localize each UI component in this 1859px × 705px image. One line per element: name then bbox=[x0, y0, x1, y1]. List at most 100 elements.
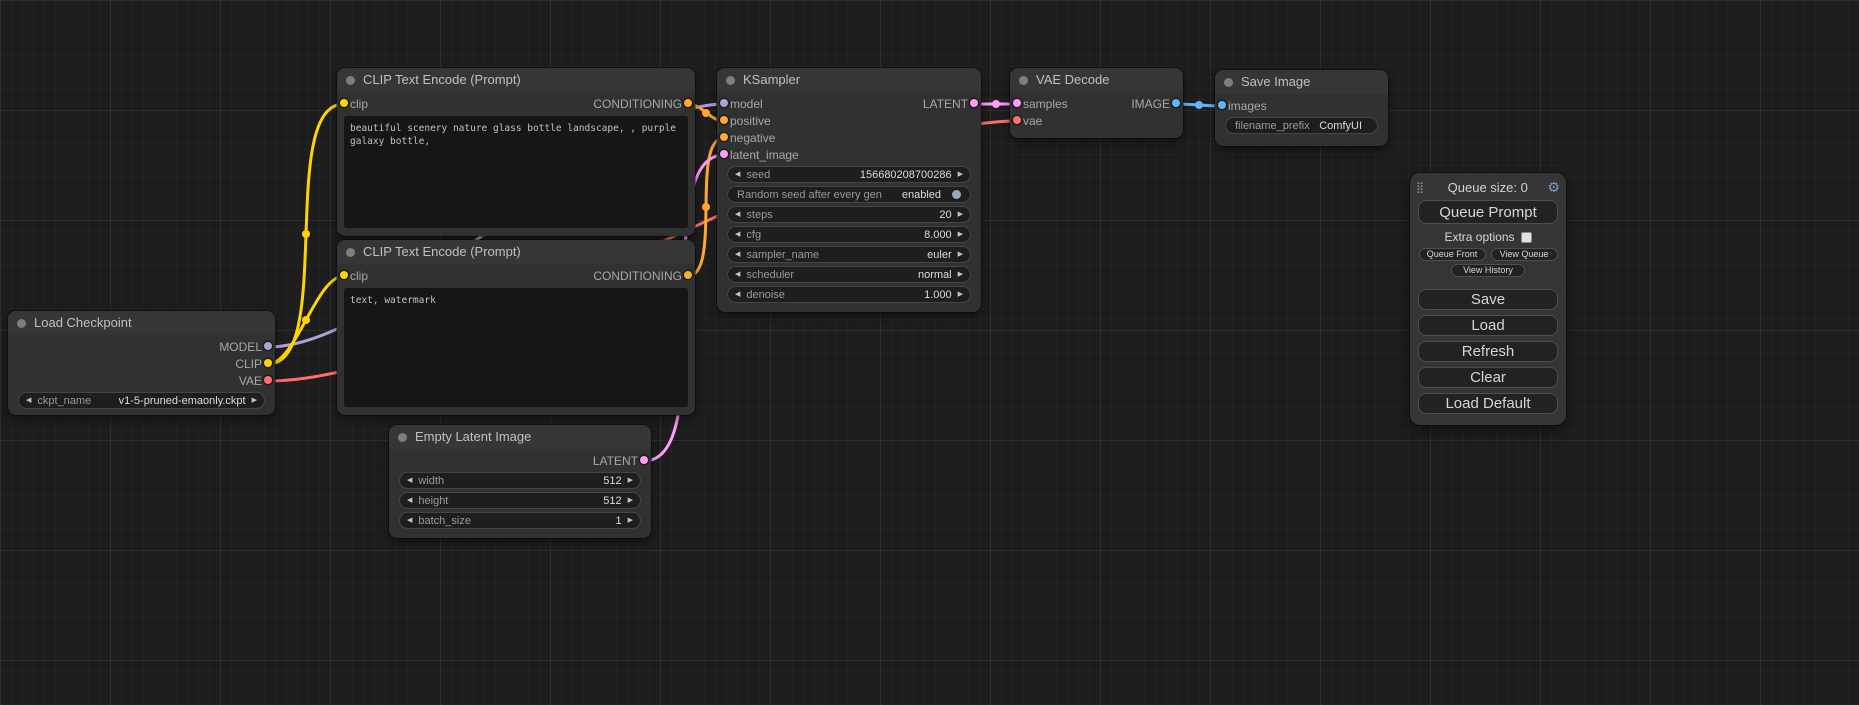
node-title-bar[interactable]: VAE Decode bbox=[1010, 68, 1183, 92]
queue-front-button[interactable]: Queue Front bbox=[1419, 248, 1486, 261]
arrow-left-icon[interactable]: ◀ bbox=[735, 271, 740, 278]
load-default-button[interactable]: Load Default bbox=[1418, 393, 1558, 414]
input-dot-vae[interactable] bbox=[1013, 116, 1021, 124]
randomize-indicator-dot[interactable] bbox=[952, 190, 961, 199]
input-dot-images[interactable] bbox=[1218, 101, 1226, 109]
extra-options-checkbox[interactable] bbox=[1521, 232, 1532, 243]
arrow-left-icon[interactable]: ◀ bbox=[735, 231, 740, 238]
widget-filename-prefix[interactable]: filename_prefix ComfyUI bbox=[1225, 117, 1378, 134]
arrow-left-icon[interactable]: ◀ bbox=[26, 397, 31, 404]
widget-value: 20 bbox=[773, 209, 952, 221]
input-dot-samples[interactable] bbox=[1013, 99, 1021, 107]
widget-sampler-name[interactable]: ◀ sampler_name euler ▶ bbox=[727, 246, 971, 263]
refresh-button[interactable]: Refresh bbox=[1418, 341, 1558, 362]
arrow-right-icon[interactable]: ▶ bbox=[628, 497, 633, 504]
node-title-bar[interactable]: CLIP Text Encode (Prompt) bbox=[337, 68, 695, 92]
node-title-bar[interactable]: Load Checkpoint bbox=[8, 311, 275, 335]
output-dot-model[interactable] bbox=[264, 342, 272, 350]
widget-label: steps bbox=[746, 209, 772, 221]
negative-prompt-textarea[interactable]: text, watermark bbox=[344, 288, 688, 407]
clear-button[interactable]: Clear bbox=[1418, 367, 1558, 388]
widget-label: width bbox=[418, 475, 444, 487]
widget-value: 512 bbox=[444, 475, 622, 487]
input-slot-vae: vae bbox=[1010, 112, 1183, 129]
arrow-right-icon[interactable]: ▶ bbox=[628, 477, 633, 484]
slot-label: negative bbox=[730, 131, 775, 145]
input-dot-latent-image[interactable] bbox=[720, 150, 728, 158]
arrow-right-icon[interactable]: ▶ bbox=[958, 291, 963, 298]
link-midpoint-dot bbox=[702, 109, 710, 117]
output-dot-image[interactable] bbox=[1172, 99, 1180, 107]
extra-options-label: Extra options bbox=[1444, 230, 1514, 244]
node-load-checkpoint[interactable]: Load Checkpoint MODEL CLIP VAE ◀ ckpt_na… bbox=[8, 311, 275, 415]
extra-options-row: Extra options bbox=[1410, 230, 1566, 244]
slot-row: model LATENT bbox=[717, 95, 981, 112]
node-clip-text-encode-negative[interactable]: CLIP Text Encode (Prompt) clip CONDITION… bbox=[337, 240, 695, 415]
widget-ckpt-name[interactable]: ◀ ckpt_name v1-5-pruned-emaonly.ckpt ▶ bbox=[18, 392, 265, 409]
widget-batch-size[interactable]: ◀ batch_size 1 ▶ bbox=[399, 512, 641, 529]
node-title-bar[interactable]: Save Image bbox=[1215, 70, 1388, 94]
arrow-left-icon[interactable]: ◀ bbox=[735, 171, 740, 178]
node-status-dot bbox=[17, 319, 26, 328]
node-title: CLIP Text Encode (Prompt) bbox=[363, 244, 521, 259]
input-dot-model[interactable] bbox=[720, 99, 728, 107]
slot-label: positive bbox=[730, 114, 771, 128]
queue-buttons-row: Queue Front View Queue bbox=[1410, 248, 1566, 261]
widget-width[interactable]: ◀ width 512 ▶ bbox=[399, 472, 641, 489]
node-ksampler[interactable]: KSampler model LATENT positive negative … bbox=[717, 68, 981, 312]
node-title: CLIP Text Encode (Prompt) bbox=[363, 72, 521, 87]
menu-drag-handle-icon[interactable]: ⣿ bbox=[1416, 181, 1424, 194]
slot-label: CONDITIONING bbox=[593, 269, 682, 283]
arrow-right-icon[interactable]: ▶ bbox=[252, 397, 257, 404]
widget-steps[interactable]: ◀ steps 20 ▶ bbox=[727, 206, 971, 223]
node-save-image[interactable]: Save Image images filename_prefix ComfyU… bbox=[1215, 70, 1388, 146]
queue-prompt-button[interactable]: Queue Prompt bbox=[1418, 200, 1558, 224]
node-title-bar[interactable]: KSampler bbox=[717, 68, 981, 92]
node-title: VAE Decode bbox=[1036, 72, 1109, 87]
input-dot-negative[interactable] bbox=[720, 133, 728, 141]
arrow-right-icon[interactable]: ▶ bbox=[958, 231, 963, 238]
node-clip-text-encode-positive[interactable]: CLIP Text Encode (Prompt) clip CONDITION… bbox=[337, 68, 695, 236]
view-queue-button[interactable]: View Queue bbox=[1491, 248, 1558, 261]
node-vae-decode[interactable]: VAE Decode samples IMAGE vae bbox=[1010, 68, 1183, 138]
arrow-right-icon[interactable]: ▶ bbox=[958, 271, 963, 278]
positive-prompt-textarea[interactable]: beautiful scenery nature glass bottle la… bbox=[344, 116, 688, 228]
arrow-left-icon[interactable]: ◀ bbox=[735, 251, 740, 258]
arrow-right-icon[interactable]: ▶ bbox=[958, 251, 963, 258]
arrow-right-icon[interactable]: ▶ bbox=[958, 171, 963, 178]
output-dot-latent[interactable] bbox=[970, 99, 978, 107]
widget-control-after-generate[interactable]: Random seed after every gen enabled bbox=[727, 186, 971, 203]
arrow-left-icon[interactable]: ◀ bbox=[735, 291, 740, 298]
input-dot-clip[interactable] bbox=[340, 271, 348, 279]
load-button[interactable]: Load bbox=[1418, 315, 1558, 336]
node-title: KSampler bbox=[743, 72, 800, 87]
arrow-left-icon[interactable]: ◀ bbox=[407, 497, 412, 504]
widget-height[interactable]: ◀ height 512 ▶ bbox=[399, 492, 641, 509]
node-title-bar[interactable]: CLIP Text Encode (Prompt) bbox=[337, 240, 695, 264]
input-dot-clip[interactable] bbox=[340, 99, 348, 107]
widget-value: 512 bbox=[448, 495, 621, 507]
output-dot-conditioning[interactable] bbox=[684, 99, 692, 107]
input-slot-images: images bbox=[1215, 97, 1388, 114]
output-dot-conditioning[interactable] bbox=[684, 271, 692, 279]
node-title-bar[interactable]: Empty Latent Image bbox=[389, 425, 651, 449]
input-slot-latent-image: latent_image bbox=[717, 146, 981, 163]
widget-cfg[interactable]: ◀ cfg 8.000 ▶ bbox=[727, 226, 971, 243]
widget-seed[interactable]: ◀ seed 156680208700286 ▶ bbox=[727, 166, 971, 183]
node-empty-latent-image[interactable]: Empty Latent Image LATENT ◀ width 512 ▶ … bbox=[389, 425, 651, 538]
arrow-right-icon[interactable]: ▶ bbox=[958, 211, 963, 218]
save-button[interactable]: Save bbox=[1418, 289, 1558, 310]
view-history-button[interactable]: View History bbox=[1451, 264, 1525, 277]
arrow-left-icon[interactable]: ◀ bbox=[407, 517, 412, 524]
widget-denoise[interactable]: ◀ denoise 1.000 ▶ bbox=[727, 286, 971, 303]
output-dot-vae[interactable] bbox=[264, 376, 272, 384]
arrow-left-icon[interactable]: ◀ bbox=[735, 211, 740, 218]
arrow-left-icon[interactable]: ◀ bbox=[407, 477, 412, 484]
output-dot-latent[interactable] bbox=[640, 456, 648, 464]
output-dot-clip[interactable] bbox=[264, 359, 272, 367]
input-dot-positive[interactable] bbox=[720, 116, 728, 124]
arrow-right-icon[interactable]: ▶ bbox=[628, 517, 633, 524]
settings-gear-icon[interactable]: ⚙ bbox=[1547, 179, 1560, 196]
node-title: Empty Latent Image bbox=[415, 429, 531, 444]
widget-scheduler[interactable]: ◀ scheduler normal ▶ bbox=[727, 266, 971, 283]
